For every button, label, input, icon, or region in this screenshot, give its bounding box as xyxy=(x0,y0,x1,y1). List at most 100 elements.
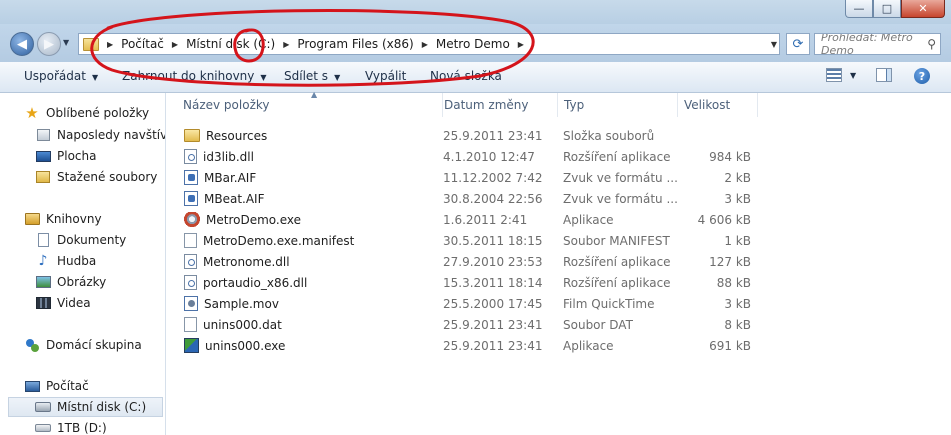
organize-label: Uspořádat xyxy=(24,69,86,83)
column-label: Velikost xyxy=(684,98,731,112)
back-button[interactable]: ◀ xyxy=(10,32,34,56)
file-type: Soubor MANIFEST xyxy=(563,233,670,248)
file-row[interactable]: MetroDemo.exe 1.6.2011 2:41 Aplikace 4 606 … xyxy=(177,209,751,230)
include-in-library-menu[interactable]: Zahrnout do knihovny ▼ xyxy=(122,69,267,83)
sidebar-item-recent[interactable]: Naposledy navštívené xyxy=(35,125,165,145)
file-row[interactable]: MBar.AIF 11.12.2002 7:42 Zvuk ve formátu .… xyxy=(177,167,751,188)
breadcrumb-computer[interactable]: Počítač xyxy=(121,37,164,51)
file-name-cell[interactable]: portaudio_x86.dll xyxy=(177,272,307,293)
sidebar-item-libraries[interactable]: Knihovny xyxy=(24,209,102,229)
chevron-right-icon[interactable]: ▶ xyxy=(172,40,178,49)
close-button[interactable]: ✕ xyxy=(901,0,945,18)
column-label: Název položky xyxy=(183,98,270,112)
recent-pages-dropdown[interactable]: ▼ xyxy=(63,38,69,47)
file-date: 30.5.2011 18:15 xyxy=(443,233,543,248)
sidebar-item-computer[interactable]: Počítač xyxy=(24,376,89,396)
file-name: unins000.exe xyxy=(205,338,286,353)
breadcrumb[interactable]: ▶ Počítač ▶ Místní disk (C:) ▶ Program F… xyxy=(78,33,780,55)
sidebar-item-music[interactable]: ♪ Hudba xyxy=(35,251,97,271)
share-with-menu[interactable]: Sdílet s ▼ xyxy=(284,69,340,83)
sidebar-item-documents[interactable]: Dokumenty xyxy=(35,230,126,250)
view-options[interactable]: ▼ xyxy=(826,68,856,82)
file-name-cell[interactable]: MetroDemo.exe xyxy=(177,209,301,230)
sidebar-item-local-disk[interactable]: Místní disk (C:) xyxy=(8,397,163,417)
breadcrumb-program-files[interactable]: Program Files (x86) xyxy=(297,37,413,51)
burn-button[interactable]: Vypálit xyxy=(365,69,406,83)
help-icon[interactable]: ? xyxy=(914,68,930,84)
maximize-button[interactable]: □ xyxy=(873,0,901,18)
file-name-cell[interactable]: id3lib.dll xyxy=(177,146,254,167)
file-name-cell[interactable]: MetroDemo.exe.manifest xyxy=(177,230,354,251)
file-date: 25.9.2011 23:41 xyxy=(443,338,543,353)
search-input[interactable]: Prohledat: Metro Demo ⚲ xyxy=(814,33,941,55)
chevron-right-icon[interactable]: ▶ xyxy=(283,40,289,49)
share-label: Sdílet s xyxy=(284,69,329,83)
sidebar-item-homegroup[interactable]: Domácí skupina xyxy=(24,335,142,355)
file-row[interactable]: portaudio_x86.dll 15.3.2011 18:14 Rozšířen… xyxy=(177,272,751,293)
file-name-cell[interactable]: unins000.exe xyxy=(177,335,285,356)
sidebar-item-label: Dokumenty xyxy=(57,233,127,247)
column-name-header[interactable]: Název položky ▲ xyxy=(177,90,443,117)
recent-places-icon xyxy=(36,129,50,141)
sidebar-item-pictures[interactable]: Obrázky xyxy=(35,272,106,292)
file-name-cell[interactable]: Metronome.dll xyxy=(177,251,290,272)
file-icon xyxy=(184,233,197,248)
chevron-down-icon[interactable]: ▼ xyxy=(850,71,856,80)
file-row[interactable]: Resources 25.9.2011 23:41 Složka souborů xyxy=(177,125,751,146)
address-history-dropdown[interactable]: ▼ xyxy=(768,34,780,54)
chevron-right-icon[interactable]: ▶ xyxy=(422,40,428,49)
file-row[interactable]: MetroDemo.exe.manifest 30.5.2011 18:15 Sou… xyxy=(177,230,751,251)
sidebar-item-label: Domácí skupina xyxy=(46,338,142,352)
file-name: portaudio_x86.dll xyxy=(203,275,308,290)
column-date-header[interactable]: Datum změny xyxy=(438,93,558,117)
breadcrumb-local-disk[interactable]: Místní disk (C:) xyxy=(186,37,275,51)
help-button[interactable]: ? xyxy=(914,68,930,84)
file-row[interactable]: unins000.exe 25.9.2011 23:41 Aplikace 691 k… xyxy=(177,335,751,356)
sidebar-item-favorites[interactable]: ★ Oblíbené položky xyxy=(24,103,149,123)
sidebar-item-label: Počítač xyxy=(46,379,89,393)
file-row[interactable]: MBeat.AIF 30.8.2004 22:56 Zvuk ve formátu … xyxy=(177,188,751,209)
file-name-cell[interactable]: Resources xyxy=(177,125,267,146)
file-name: Sample.mov xyxy=(204,296,279,311)
desktop-icon xyxy=(35,150,51,162)
sidebar-item-drive-d[interactable]: 1TB (D:) xyxy=(35,418,107,435)
file-date: 25.9.2011 23:41 xyxy=(443,128,543,143)
sidebar-item-label: Naposledy navštívené xyxy=(57,128,165,142)
minimize-button[interactable]: — xyxy=(845,0,873,18)
file-name-cell[interactable]: MBeat.AIF xyxy=(177,188,265,209)
file-type: Zvuk ve formátu ... xyxy=(563,170,678,185)
folder-icon xyxy=(83,37,99,51)
preview-pane-icon[interactable] xyxy=(876,68,892,82)
file-name: id3lib.dll xyxy=(203,149,254,164)
file-name-cell[interactable]: MBar.AIF xyxy=(177,167,256,188)
file-row[interactable]: Metronome.dll 27.9.2010 23:53 Rozšíření ap… xyxy=(177,251,751,272)
forward-button[interactable]: ▶ xyxy=(37,32,61,56)
sidebar-item-label: Knihovny xyxy=(46,212,102,226)
file-name-cell[interactable]: Sample.mov xyxy=(177,293,279,314)
navigation-pane: ★ Oblíbené položky Naposledy navštívené P… xyxy=(0,93,166,435)
column-type-header[interactable]: Typ xyxy=(558,93,678,117)
breadcrumb-metro-demo[interactable]: Metro Demo xyxy=(436,37,510,51)
file-row[interactable]: id3lib.dll 4.1.2010 12:47 Rozšíření aplika… xyxy=(177,146,751,167)
organize-menu[interactable]: Uspořádat ▼ xyxy=(24,69,98,83)
chevron-right-icon[interactable]: ▶ xyxy=(518,40,524,49)
file-row[interactable]: unins000.dat 25.9.2011 23:41 Soubor DAT 8 k… xyxy=(177,314,751,335)
file-date: 4.1.2010 12:47 xyxy=(443,149,535,164)
address-bar-row: ◀ ▶ ▼ ▶ Počítač ▶ Místní disk (C:) ▶ Pro… xyxy=(0,24,951,62)
column-size-header[interactable]: Velikost xyxy=(678,93,758,117)
sidebar-item-label: Oblíbené položky xyxy=(46,106,150,120)
preview-pane-toggle[interactable] xyxy=(876,68,892,82)
file-date: 11.12.2002 7:42 xyxy=(443,170,543,185)
refresh-button[interactable]: ⟳ xyxy=(786,33,810,55)
sidebar-item-downloads[interactable]: Stažené soubory xyxy=(35,167,157,187)
file-row[interactable]: Sample.mov 25.5.2000 17:45 Film QuickTime 3… xyxy=(177,293,751,314)
libraries-icon xyxy=(24,213,40,225)
sidebar-item-desktop[interactable]: Plocha xyxy=(35,146,96,166)
chevron-right-icon[interactable]: ▶ xyxy=(107,40,113,49)
audio-file-icon xyxy=(184,191,198,206)
file-name-cell[interactable]: unins000.dat xyxy=(177,314,282,335)
dll-file-icon xyxy=(184,149,197,164)
view-list-icon[interactable] xyxy=(826,68,842,82)
new-folder-button[interactable]: Nová složka xyxy=(430,69,502,83)
sidebar-item-videos[interactable]: Videa xyxy=(35,293,91,313)
